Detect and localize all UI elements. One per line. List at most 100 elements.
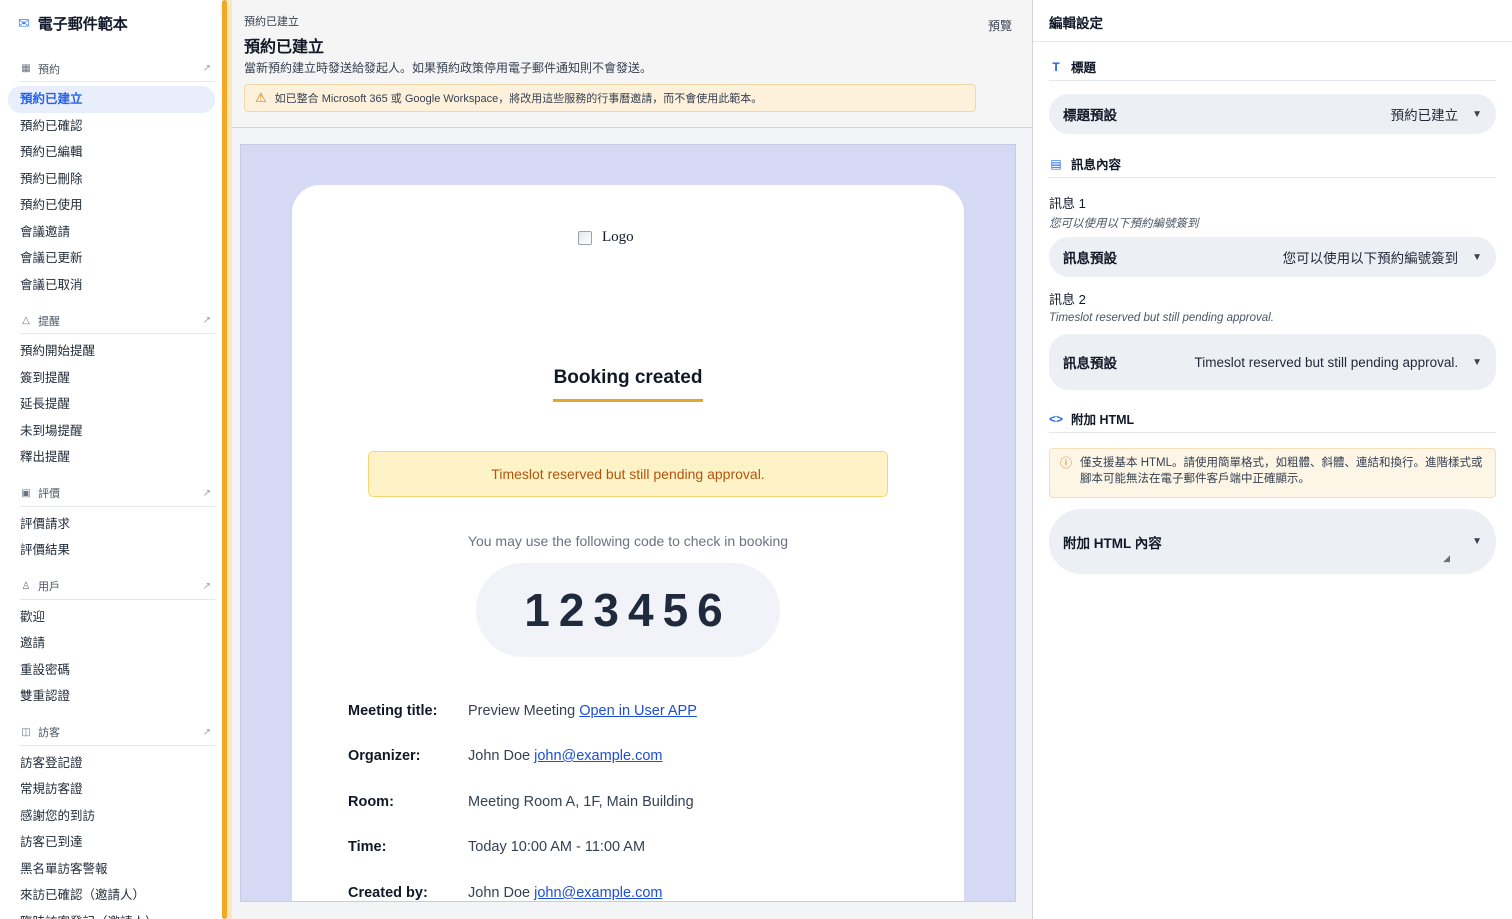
sidebar-item[interactable]: 釋出提醒 [8,444,215,471]
sidebar-item[interactable]: 黑名單訪客警報 [8,856,215,883]
detail-key: Time: [348,839,387,855]
code-icon: <> [1049,411,1064,426]
message1-hint: 您可以使用以下預約編號簽到 [1049,218,1199,230]
external-link-icon[interactable]: ↗ [203,488,211,499]
sidebar-item[interactable]: 未到場提醒 [8,418,215,445]
external-link-icon[interactable]: ↗ [203,315,211,326]
sidebar-item[interactable]: 臨時訪客登記（邀請人） [8,909,215,919]
logo-image: Logo [578,229,634,246]
html-section-label: 附加 HTML [1071,413,1135,427]
page-title: 預約已建立 [244,39,325,56]
chevron-down-icon: ▼ [1472,356,1482,368]
app-title-text: 電子郵件範本 [37,15,128,33]
message-section: ▤ 訊息內容 [1049,150,1496,178]
external-link-icon[interactable]: ↗ [203,581,211,592]
sidebar-item[interactable]: 訪客登記證 [8,750,215,777]
sidebar-item[interactable]: 預約已刪除 [8,166,215,193]
sidebar-item-list: 歡迎 邀請 重設密碼 雙重認證 [0,600,225,710]
detail-link[interactable]: Open in User APP [579,703,697,719]
sidebar-section-label: 預約 [38,63,60,76]
sidebar-item-list: 評價請求 評價結果 [0,507,225,564]
sidebar-item[interactable]: 會議已更新 [8,245,215,272]
detail-link[interactable]: john@example.com [534,885,662,901]
calendar-icon: ▦ [21,63,31,74]
preview-button[interactable]: 預覽 [988,17,1012,34]
resize-handle-icon[interactable]: ◢ [1443,553,1450,564]
detail-value-text: Today 10:00 AM - 11:00 AM [468,839,646,855]
sidebar-section: ▦ 預約 ↗ 預約已建立 預約已確認 預約已編輯 預約已刪除 預約已使用 會議邀請 會議已更新 會議… [0,56,225,298]
user-icon: ♙ [21,580,31,592]
heading-preset-value: 預約已建立 [1390,108,1459,123]
chevron-down-icon: ▼ [1472,108,1482,120]
sidebar-item[interactable]: 預約已使用 [8,192,215,219]
sidebar-section-label: 用戶 [38,581,60,593]
detail-value: Preview Meeting Open in User APP [468,703,697,719]
heading-preset-select[interactable]: 標題預設 預約已建立 ▼ [1049,94,1496,134]
external-link-icon[interactable]: ↗ [203,727,211,738]
chevron-down-icon: ▼ [1472,536,1482,547]
sidebar-item[interactable]: 歡迎 [8,604,215,631]
message-icon: ▤ [1050,156,1062,171]
detail-value-text: Meeting Room A, 1F, Main Building [468,794,694,810]
html-support-note-text: 僅支援基本 HTML。請使用簡單格式，如粗體、斜體、連結和換行。進階樣式或腳本可… [1080,457,1483,485]
bell-icon: △ [22,315,30,326]
message1-preset-select[interactable]: 訊息預設 您可以使用以下預約編號簽到 ▼ [1049,237,1496,277]
sidebar-item[interactable]: 預約已確認 [8,113,215,140]
sidebar-item[interactable]: 預約開始提醒 [8,338,215,365]
sidebar-item[interactable]: 感謝您的到訪 [8,803,215,830]
preview-pane: 預約已建立 預約已建立 當新預約建立時發送給發起人。如果預約政策停用電子郵件通知… [232,0,1032,919]
title-underline [553,399,703,402]
detail-key: Meeting title: [348,703,438,719]
detail-link[interactable]: john@example.com [534,748,662,764]
sidebar-item[interactable]: 評價結果 [8,537,215,564]
html-support-note: ⓘ 僅支援基本 HTML。請使用簡單格式，如粗體、斜體、連結和換行。進階樣式或腳… [1049,448,1496,498]
sidebar-section: ▣ 評價 ↗ 評價請求 評價結果 [0,481,225,564]
sidebar-item[interactable]: 來訪已確認（邀請人） [8,882,215,909]
message1-preset-value: 您可以使用以下預約編號簽到 [1282,251,1459,266]
detail-value: John Doe john@example.com [468,885,662,901]
mail-icon: ✉ [18,14,30,31]
sidebar-item[interactable]: 評價請求 [8,511,215,538]
page-description: 當新預約建立時發送給發起人。如果預約政策停用電子郵件通知則不會發送。 [244,61,653,75]
heading-preset-label: 標題預設 [1063,108,1117,123]
sidebar-item[interactable]: 會議已取消 [8,272,215,299]
sidebar: ✉ 電子郵件範本 ▦ 預約 ↗ 預約已建立 預約已確認 預約已編輯 預約已刪除 預約已使用 會議… [0,0,225,919]
message2-preset-select[interactable]: 訊息預設 Timeslot reserved but still pending… [1049,334,1496,390]
detail-value-text: Preview Meeting [468,703,576,719]
breadcrumb: 預約已建立 [244,16,299,28]
sidebar-item[interactable]: 延長提醒 [8,391,215,418]
html-content-field[interactable]: 附加 HTML 內容 ▼ ◢ [1049,509,1496,574]
sidebar-item[interactable]: 雙重認證 [8,683,215,710]
heading-section: T 標題 [1049,53,1496,81]
sidebar-section-label: 訪客 [38,727,60,739]
sidebar-section: ◫ 訪客 ↗ 訪客登記證 常規訪客證 感謝您的到訪 訪客已到達 黑名單訪客警報 來訪已確認（邀請… [0,720,225,919]
sidebar-item[interactable]: 常規訪客證 [8,776,215,803]
sidebar-section-header: △ 提醒 ↗ [20,308,215,334]
detail-key: Room: [348,794,394,810]
sidebar-item[interactable]: 簽到提醒 [8,365,215,392]
heading-section-label: 標題 [1071,61,1097,75]
app-title: ✉ 電子郵件範本 [0,0,225,46]
sidebar-item[interactable]: 重設密碼 [8,657,215,684]
message2-preset-value: Timeslot reserved but still pending appr… [1194,354,1459,370]
sidebar-item-list: 預約開始提醒 簽到提醒 延長提醒 未到場提醒 釋出提醒 [0,334,225,471]
sidebar-item[interactable]: 預約已建立 [8,86,215,113]
text-icon: T [1052,59,1060,74]
sidebar-item-list: 預約已建立 預約已確認 預約已編輯 預約已刪除 預約已使用 會議邀請 會議已更新 會議已取消 [0,82,225,298]
detail-value-text: John Doe [468,748,531,764]
sidebar-item[interactable]: 會議邀請 [8,219,215,246]
detail-value: John Doe john@example.com [468,748,662,764]
sidebar-item[interactable]: 邀請 [8,630,215,657]
message2-preset-label: 訊息預設 [1063,356,1117,371]
checkin-code-caption: You may use the following code to check … [467,533,789,549]
message-section-label: 訊息內容 [1071,158,1122,172]
sidebar-section: △ 提醒 ↗ 預約開始提醒 簽到提醒 延長提醒 未到場提醒 釋出提醒 [0,308,225,471]
sidebar-item[interactable]: 預約已編輯 [8,139,215,166]
sidebar-item[interactable]: 訪客已到達 [8,829,215,856]
detail-key: Organizer: [348,748,421,764]
rating-icon: ▣ [21,487,31,499]
sidebar-item-list: 訪客登記證常規訪客證感謝您的到訪訪客已到達黑名單訪客警報來訪已確認（邀請人）臨時… [0,746,225,919]
external-link-icon[interactable]: ↗ [203,63,211,74]
detail-value: Meeting Room A, 1F, Main Building [468,794,694,810]
checkin-code: 123456 [476,563,780,657]
